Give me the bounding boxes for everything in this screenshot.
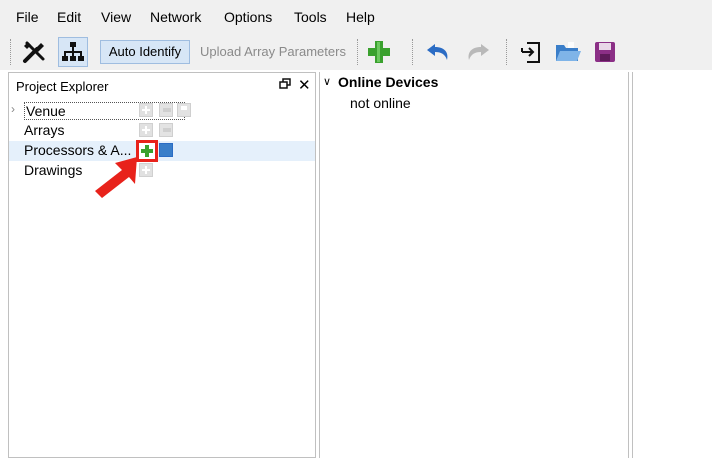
tree-item-processors[interactable]: Processors & A... [9,140,315,162]
toolbar-separator [412,39,413,65]
menu-help[interactable]: Help [346,9,375,25]
chevron-right-icon[interactable]: › [11,102,15,116]
project-explorer-header: Project Explorer ✕ [9,73,315,99]
save-icon[interactable] [590,37,620,67]
right-panel [632,72,712,458]
tree-item-arrays[interactable]: Arrays [9,121,315,141]
toolbar: Auto Identify Upload Array Parameters [0,34,712,70]
float-panel-icon[interactable] [279,78,291,93]
add-icon[interactable] [364,37,394,67]
menu-network[interactable]: Network [150,9,201,25]
redo-icon[interactable] [462,37,492,67]
open-folder-icon[interactable] [553,37,583,67]
network-icon[interactable] [58,37,88,67]
online-status: not online [350,95,411,111]
chevron-down-icon[interactable]: ∨ [323,75,331,88]
online-devices-header: Online Devices [338,74,439,90]
tree-item-drawings[interactable]: Drawings [9,161,315,181]
toolbar-separator [506,39,507,65]
close-icon[interactable]: ✕ [298,76,311,94]
menu-bar: File Edit View Network Options Tools Hel… [0,0,712,34]
undo-icon[interactable] [424,37,454,67]
menu-edit[interactable]: Edit [57,9,81,25]
online-devices-panel: ∨ Online Devices not online [319,72,629,458]
properties-icon[interactable] [159,143,173,157]
project-explorer-panel: Project Explorer ✕ › Venue Arrays Proces… [8,72,316,458]
tree-item-venue[interactable]: › Venue [9,101,315,121]
annotation-arrow-icon [95,157,137,198]
tools-icon[interactable] [19,37,49,67]
properties-icon[interactable] [159,103,173,117]
toolbar-grip [10,39,11,65]
tree-item-label: Drawings [24,162,83,178]
toolbar-separator [357,39,358,65]
menu-file[interactable]: File [16,9,39,25]
upload-array-parameters-button[interactable]: Upload Array Parameters [200,40,346,64]
project-explorer-title: Project Explorer [16,79,109,94]
auto-identify-button[interactable]: Auto Identify [100,40,190,64]
add-icon[interactable] [139,103,153,117]
menu-tools[interactable]: Tools [294,9,327,25]
add-icon[interactable] [139,123,153,137]
menu-view[interactable]: View [101,9,131,25]
import-icon[interactable] [517,37,547,67]
tree-item-label: Arrays [24,122,65,138]
menu-options[interactable]: Options [224,9,272,25]
properties-icon[interactable] [159,123,173,137]
save-icon[interactable] [177,103,191,117]
